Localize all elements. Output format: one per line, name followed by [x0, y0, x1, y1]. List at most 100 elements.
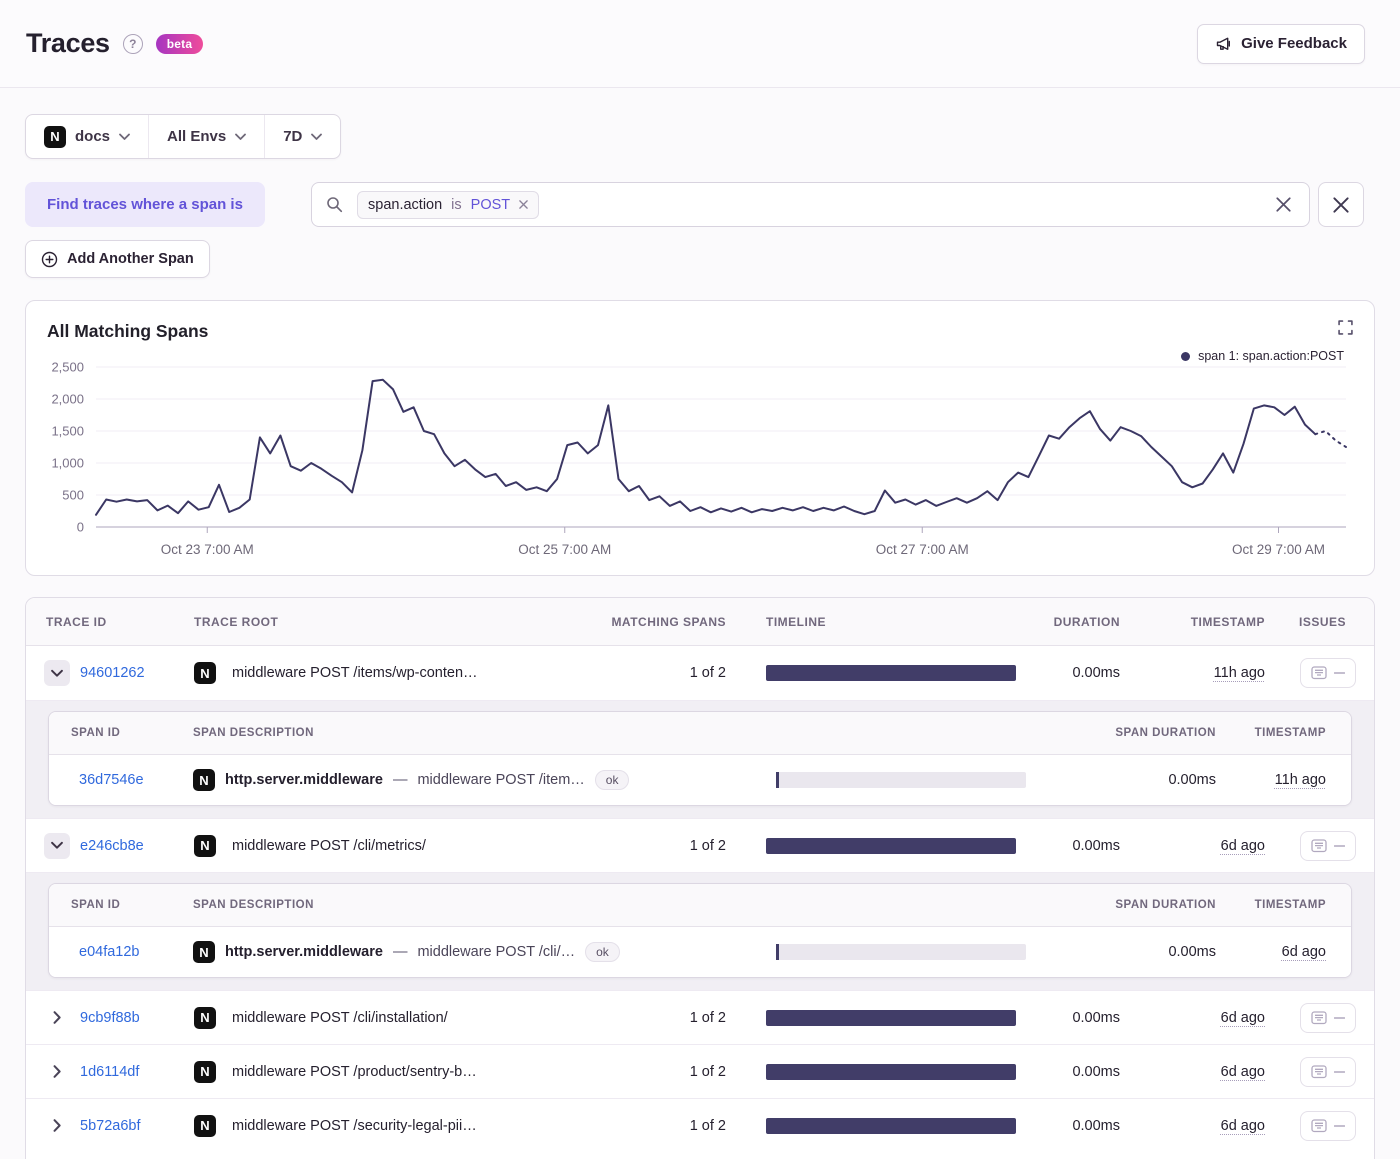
give-feedback-button[interactable]: Give Feedback [1197, 23, 1365, 64]
col-span-duration: SPAN DURATION [1115, 899, 1216, 911]
timestamp-cell: 6d ago [1136, 1118, 1281, 1134]
collapse-trace-button[interactable] [44, 832, 70, 859]
svg-text:1,000: 1,000 [51, 456, 84, 471]
span-id-cell: 36d7546e [71, 771, 193, 789]
col-trace-id: TRACE ID [46, 614, 107, 629]
matching-spans-count: 1 of 2 [689, 1117, 726, 1134]
timeline-cell [726, 837, 1021, 854]
environment-filter[interactable]: All Envs [148, 115, 264, 158]
issues-cell [1281, 1002, 1374, 1033]
trace-id-cell: e246cb8e [26, 832, 176, 859]
issues-icon [1310, 1064, 1327, 1079]
span-id-link[interactable]: e04fa12b [79, 944, 139, 960]
nextjs-logo-icon: N [194, 1114, 216, 1137]
search-filter-chip[interactable]: span.action is POST [357, 190, 540, 219]
expand-trace-button[interactable] [44, 1065, 70, 1078]
fullscreen-icon[interactable] [1335, 317, 1356, 338]
chart-title: All Matching Spans [47, 321, 209, 341]
trace-id-link[interactable]: 9cb9f88b [80, 1010, 140, 1026]
timestamp-cell: 6d ago [1136, 838, 1281, 854]
trace-root-text: middleware POST /cli/metrics/ [232, 837, 426, 854]
timestamp-value[interactable]: 6d ago [1221, 1010, 1265, 1026]
trace-id-link[interactable]: 5b72a6bf [80, 1118, 140, 1134]
chip-key: span.action [368, 196, 443, 213]
expanded-spans-zone: SPAN ID SPAN DESCRIPTION SPAN DURATION TIME… [26, 872, 1374, 990]
add-another-span-button[interactable]: Add Another Span [25, 240, 210, 278]
col-timestamp: TIMESTAMP [1190, 614, 1265, 629]
svg-text:500: 500 [62, 488, 84, 503]
page-title: Traces [26, 28, 110, 58]
trace-root-cell: Nmiddleware POST /cli/installation/ [176, 1006, 606, 1029]
trace-root-text: middleware POST /security-legal-pii… [232, 1117, 477, 1134]
project-filter[interactable]: N docs [26, 115, 148, 158]
matching-spans-count: 1 of 2 [689, 665, 726, 681]
separator-dash: — [392, 772, 408, 788]
span-row: e04fa12b Nhttp.server.middleware — middlewa… [49, 927, 1351, 977]
timestamp-value[interactable]: 11h ago [1214, 665, 1265, 681]
trace-root-cell: Nmiddleware POST /product/sentry-b… [176, 1060, 606, 1083]
page-header: Traces ? beta Give Feedback [0, 0, 1400, 88]
span-timestamp-value[interactable]: 6d ago [1282, 944, 1326, 960]
span-timeline-cell [776, 944, 1026, 960]
timestamp-cell: 6d ago [1136, 1010, 1281, 1026]
remove-span-filter-button[interactable] [1318, 182, 1364, 227]
issues-indicator[interactable] [1299, 830, 1356, 861]
traces-page: Traces ? beta Give Feedback N docs All E… [0, 0, 1400, 1159]
chevron-down-icon [311, 133, 323, 140]
issues-cell [1281, 1110, 1374, 1141]
status-badge: ok [594, 770, 630, 790]
timeline-cell [726, 1117, 1021, 1134]
trace-id-link[interactable]: 1d6114df [80, 1064, 139, 1080]
issues-indicator[interactable] [1299, 658, 1356, 688]
matching-spans-panel: All Matching Spans span 1: span.action:P… [25, 300, 1375, 576]
span-table-header: SPAN ID SPAN DESCRIPTION SPAN DURATION TIME… [49, 884, 1351, 927]
issues-icon [1310, 838, 1327, 853]
span-id-link[interactable]: 36d7546e [79, 772, 144, 788]
issues-cell [1281, 1056, 1374, 1087]
filter-bar: N docs All Envs 7D [25, 114, 342, 159]
issues-indicator[interactable] [1299, 1002, 1356, 1033]
collapse-trace-button[interactable] [44, 660, 70, 686]
issues-indicator[interactable] [1299, 1056, 1356, 1087]
duration-value: 0.00ms [1072, 1009, 1120, 1026]
trace-id-link[interactable]: 94601262 [80, 665, 145, 681]
issues-cell [1281, 830, 1374, 861]
trace-root-cell: Nmiddleware POST /items/wp-conten… [176, 662, 606, 684]
col-span-duration: SPAN DURATION [1115, 727, 1216, 739]
span-timestamp-cell: 6d ago [1216, 944, 1326, 960]
remove-chip-icon[interactable] [519, 200, 528, 209]
table-body: 94601262 Nmiddleware POST /items/wp-conte… [26, 646, 1374, 1152]
trace-id-link[interactable]: e246cb8e [80, 838, 144, 854]
svg-text:2,000: 2,000 [51, 392, 84, 407]
timestamp-value[interactable]: 6d ago [1221, 1064, 1265, 1080]
span-search-input[interactable]: span.action is POST [311, 182, 1310, 227]
col-span-timestamp: TIMESTAMP [1254, 899, 1326, 911]
date-range-filter[interactable]: 7D [264, 115, 340, 158]
svg-text:Oct 23 7:00 AM: Oct 23 7:00 AM [161, 542, 254, 557]
trace-row: e246cb8e Nmiddleware POST /cli/metrics/1 … [26, 818, 1374, 872]
span-timestamp-cell: 11h ago [1216, 772, 1326, 788]
issues-indicator[interactable] [1299, 1110, 1356, 1141]
span-operation: http.server.middleware [225, 772, 383, 788]
col-timeline: TIMELINE [766, 614, 826, 629]
nextjs-logo-icon: N [194, 1060, 216, 1083]
trace-row: 1d6114df Nmiddleware POST /product/sentry… [26, 1044, 1374, 1098]
expand-trace-button[interactable] [44, 1119, 70, 1132]
help-icon[interactable]: ? [122, 33, 143, 54]
span-row: 36d7546e Nhttp.server.middleware — middlewa… [49, 755, 1351, 805]
span-timestamp-value[interactable]: 11h ago [1275, 772, 1326, 788]
col-span-id: SPAN ID [71, 727, 121, 739]
trace-row: 5b72a6bf Nmiddleware POST /security-legal… [26, 1098, 1374, 1152]
minus-icon [1333, 1016, 1345, 1019]
svg-text:0: 0 [77, 520, 84, 535]
timestamp-value[interactable]: 6d ago [1221, 1118, 1265, 1134]
add-another-span-label: Add Another Span [67, 251, 194, 267]
clear-search-icon[interactable] [1272, 193, 1295, 216]
title-row: Traces ? beta [26, 28, 204, 59]
expand-trace-button[interactable] [44, 1011, 70, 1024]
find-traces-label: Find traces where a span is [25, 182, 265, 227]
col-issues: ISSUES [1298, 614, 1346, 629]
col-span-timestamp: TIMESTAMP [1254, 727, 1326, 739]
timestamp-value[interactable]: 6d ago [1221, 838, 1265, 854]
timeline-bar [766, 837, 1016, 854]
